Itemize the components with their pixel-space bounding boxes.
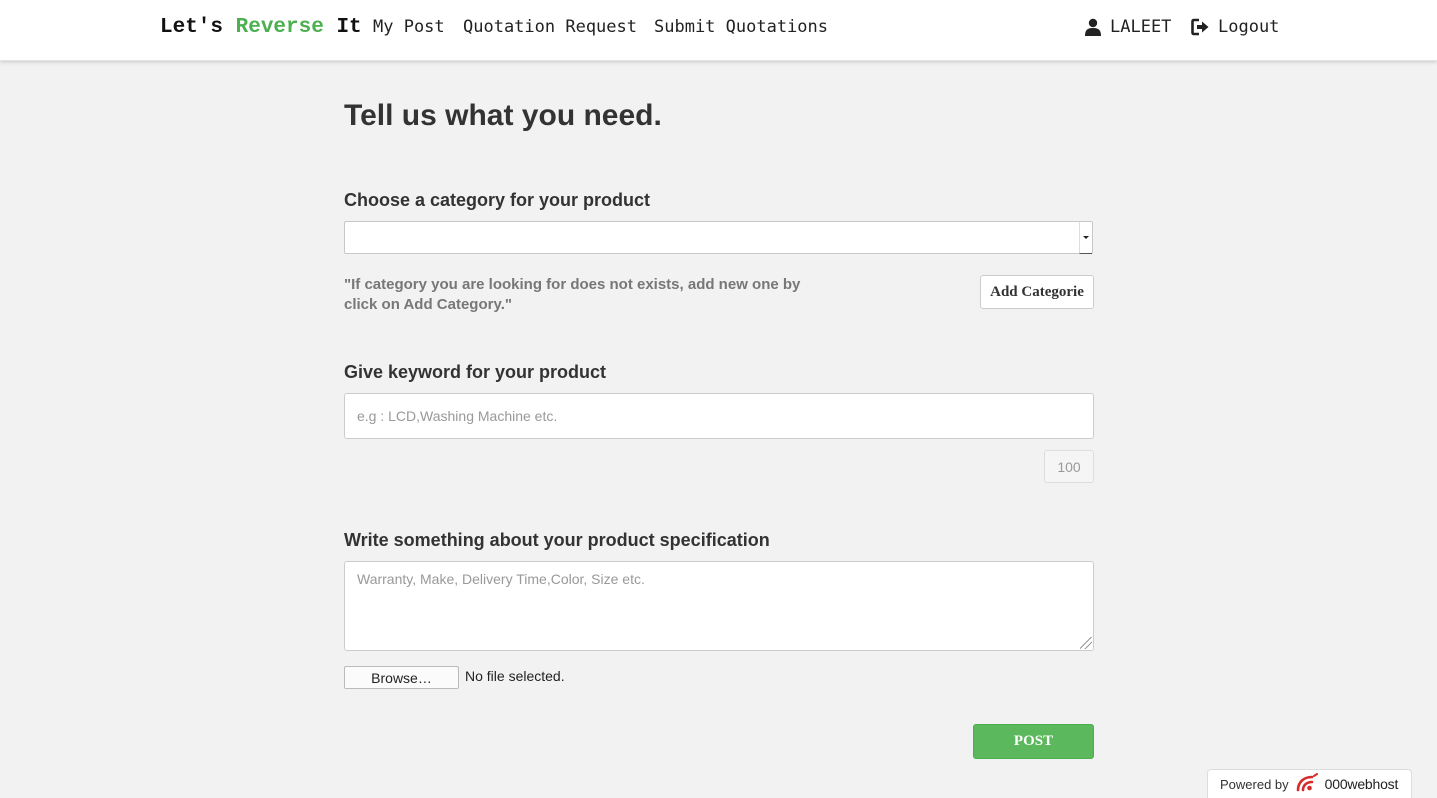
brand-text-part1: Let's <box>160 16 236 39</box>
category-select[interactable] <box>344 221 1093 254</box>
keyword-input[interactable] <box>344 393 1094 439</box>
category-label: Choose a category for your product <box>344 190 651 210</box>
user-name: LALEET <box>1110 17 1172 37</box>
category-hint: "If category you are looking for does no… <box>344 276 801 313</box>
add-category-button[interactable]: Add Categorie <box>980 275 1094 309</box>
brand-text-part2: It <box>323 16 362 39</box>
nav-link-submit-quotations[interactable]: Submit Quotations <box>654 17 828 37</box>
file-status-text: No file selected. <box>465 668 565 684</box>
host-name: 000webhost <box>1324 776 1399 792</box>
specification-label: Write something about your product speci… <box>344 530 770 550</box>
specification-textarea[interactable] <box>344 561 1094 651</box>
logout-icon <box>1191 18 1210 36</box>
browse-file-button[interactable]: Browse… <box>344 666 459 689</box>
user-icon <box>1084 18 1102 36</box>
top-navbar: Let's Reverse It My Post Quotation Reque… <box>0 0 1437 61</box>
logout-link[interactable]: Logout <box>1191 17 1279 37</box>
keyword-label: Give keyword for your product <box>344 362 607 382</box>
powered-by-text: Powered by <box>1220 776 1289 792</box>
page-title: Tell us what you need. <box>344 99 662 132</box>
chevron-down-icon[interactable] <box>1079 222 1092 254</box>
000webhost-logo-icon <box>1295 772 1319 796</box>
powered-by-badge[interactable]: Powered by 000webhost <box>1207 769 1412 798</box>
char-counter: 100 <box>1044 450 1094 483</box>
nav-link-quotation-request[interactable]: Quotation Request <box>463 17 637 37</box>
post-button[interactable]: POST <box>973 724 1094 759</box>
logout-label: Logout <box>1218 17 1280 37</box>
nav-user-profile[interactable]: LALEET <box>1084 17 1171 37</box>
resize-handle-icon[interactable] <box>1080 637 1092 649</box>
nav-link-my-post[interactable]: My Post <box>373 17 445 37</box>
brand-text-accent: Reverse <box>235 16 324 39</box>
brand-logo-link[interactable]: Let's Reverse It <box>160 16 362 39</box>
